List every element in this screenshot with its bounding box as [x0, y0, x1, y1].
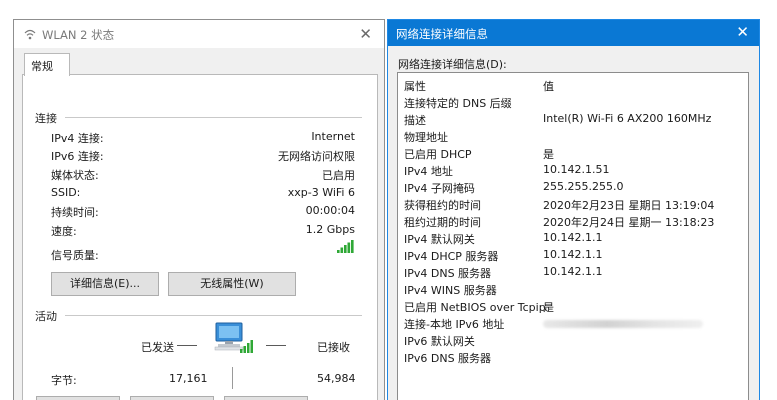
bytes-received-value: 54,984 — [317, 372, 356, 385]
list-item-property: IPv4 DHCP 服务器 — [404, 250, 499, 263]
close-icon[interactable]: ✕ — [359, 25, 372, 43]
list-item-property: 已启用 NetBIOS over Tcpip — [404, 301, 546, 314]
diagnose-button[interactable] — [224, 396, 308, 400]
disable-button[interactable] — [130, 396, 214, 400]
list-item-property: IPv4 WINS 服务器 — [404, 284, 497, 297]
list-item-property: 描述 — [404, 114, 426, 127]
activity-group-label: 活动 — [35, 310, 57, 323]
close-icon[interactable]: ✕ — [736, 23, 749, 41]
ipv4-connection-value: Internet — [311, 130, 355, 143]
duration-value: 00:00:04 — [305, 204, 355, 217]
column-header-property[interactable]: 属性 — [404, 78, 426, 94]
list-item-property: IPv4 地址 — [404, 165, 453, 178]
connection-group-label: 连接 — [35, 112, 57, 125]
list-item-value: 10.142.1.1 — [543, 231, 603, 244]
list-item-value: 10.142.1.51 — [543, 163, 610, 176]
title-bar[interactable]: 网络连接详细信息 ✕ — [388, 20, 759, 46]
received-dash — [266, 345, 286, 346]
ssid-value: xxp-3 WiFi 6 — [287, 186, 355, 199]
general-panel: 连接 IPv4 连接: Internet IPv6 连接: 无网络访问权限 媒体… — [22, 74, 378, 400]
list-item-property: 租约过期的时间 — [404, 216, 481, 229]
list-item-property: IPv6 DNS 服务器 — [404, 352, 492, 365]
list-item-value: 2020年2月23日 星期日 13:19:04 — [543, 199, 715, 212]
received-label: 已接收 — [317, 341, 350, 354]
ssid-label: SSID: — [51, 186, 81, 199]
signal-strength-icon — [337, 240, 354, 253]
sent-label: 已发送 — [141, 341, 174, 354]
list-item-property: IPv4 DNS 服务器 — [404, 267, 492, 280]
list-item-property: IPv4 默认网关 — [404, 233, 475, 246]
list-item-property: 已启用 DHCP — [404, 148, 472, 161]
sent-dash — [177, 345, 197, 346]
ipv6-connection-label: IPv6 连接: — [51, 150, 104, 163]
list-item-value: 10.142.1.1 — [543, 248, 603, 261]
properties-button[interactable] — [36, 396, 120, 400]
wlan-status-window: WLAN 2 状态 ✕ 常规 连接 IPv4 连接: Internet IPv6… — [13, 19, 385, 400]
wireless-properties-button[interactable]: 无线属性(W) — [168, 272, 296, 296]
details-button[interactable]: 详细信息(E)... — [51, 272, 159, 296]
activity-group-divider — [65, 315, 362, 316]
signal-quality-label: 信号质量: — [51, 249, 99, 262]
ipv4-connection-label: IPv4 连接: — [51, 132, 104, 145]
details-list[interactable]: 属性 值 连接特定的 DNS 后缀 描述 Intel(R) Wi-Fi 6 AX… — [397, 72, 749, 400]
bytes-label: 字节: — [51, 374, 77, 387]
ipv6-connection-value: 无网络访问权限 — [278, 150, 355, 163]
list-item-value: Intel(R) Wi-Fi 6 AX200 160MHz — [543, 112, 712, 125]
column-header-value[interactable]: 值 — [543, 78, 554, 94]
list-item-property: IPv6 默认网关 — [404, 335, 475, 348]
list-item-value: 10.142.1.1 — [543, 265, 603, 278]
bytes-sent-value: 17,161 — [169, 372, 208, 385]
media-state-label: 媒体状态: — [51, 169, 99, 182]
details-heading: 网络连接详细信息(D): — [398, 58, 507, 71]
list-item-property: 获得租约的时间 — [404, 199, 481, 212]
network-computer-icon — [214, 322, 253, 353]
list-item-value: 255.255.255.0 — [543, 180, 624, 193]
list-item-value: 是 — [543, 148, 554, 161]
list-item-property: 物理地址 — [404, 131, 448, 144]
media-state-value: 已启用 — [322, 169, 355, 182]
window-title: WLAN 2 状态 — [42, 28, 115, 42]
tab-general[interactable]: 常规 — [24, 53, 70, 76]
list-item-property: 连接-本地 IPv6 地址 — [404, 318, 505, 331]
list-item-value: 是 — [543, 301, 554, 314]
activity-separator — [232, 367, 233, 389]
connection-group-divider — [65, 117, 362, 118]
network-details-window: 网络连接详细信息 ✕ 网络连接详细信息(D): 属性 值 连接特定的 DNS 后… — [387, 19, 760, 400]
speed-value: 1.2 Gbps — [305, 223, 355, 236]
title-bar[interactable]: WLAN 2 状态 ✕ — [14, 20, 384, 48]
wifi-icon — [24, 29, 36, 40]
list-item-value: 2020年2月24日 星期一 13:18:23 — [543, 216, 715, 229]
list-item-property: 连接特定的 DNS 后缀 — [404, 97, 512, 110]
duration-label: 持续时间: — [51, 206, 99, 219]
tab-general-label: 常规 — [31, 60, 53, 73]
list-item-property: IPv4 子网掩码 — [404, 182, 475, 195]
speed-label: 速度: — [51, 225, 77, 238]
redacted-ipv6-address — [543, 320, 703, 328]
window-title: 网络连接详细信息 — [396, 27, 488, 41]
